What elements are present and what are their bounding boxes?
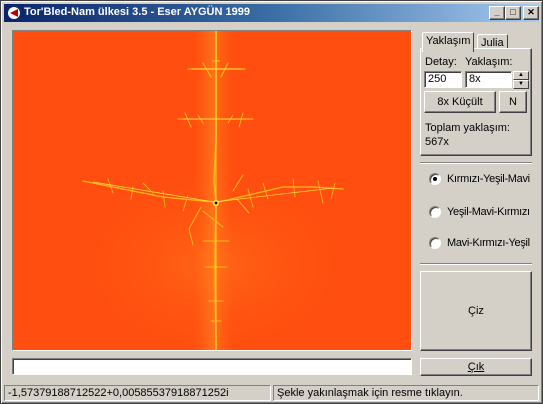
shrink-button[interactable]: 8x Küçült <box>424 91 496 113</box>
radio-rgb[interactable]: Kırmızı-Yeşil-Mavi <box>429 172 530 186</box>
hint-panel: Şekle yakınlaşmak için resme tıklayın. <box>273 385 539 401</box>
exit-button-label: Çık <box>467 361 485 373</box>
zoom-input[interactable]: 8x <box>465 71 512 88</box>
zoom-spin-up[interactable]: ▲ <box>513 71 529 80</box>
minimize-button[interactable]: _ <box>489 6 505 20</box>
radio-button[interactable] <box>429 237 441 249</box>
coordinates-panel: -1,57379188712522+0,00585537918871252i <box>4 385 271 401</box>
status-bar: -1,57379188712522+0,00585537918871252i Ş… <box>4 385 539 401</box>
app-icon <box>8 7 20 19</box>
radio-gbr[interactable]: Yeşil-Mavi-Kırmızı <box>429 205 530 219</box>
radio-button[interactable] <box>429 206 441 218</box>
fractal-canvas[interactable] <box>12 30 412 351</box>
radio-brg[interactable]: Mavi-Kırmızı-Yeşil <box>429 236 530 250</box>
draw-button[interactable]: Çiz <box>420 271 532 351</box>
zoom-spin-down[interactable]: ▼ <box>513 80 529 89</box>
zoom-label: Yaklaşım: <box>465 56 513 68</box>
exit-button[interactable]: Çık <box>420 358 532 376</box>
total-zoom-label: Toplam yaklaşım: <box>425 122 510 134</box>
radio-label: Kırmızı-Yeşil-Mavi <box>447 173 530 185</box>
maximize-button[interactable]: □ <box>505 6 521 20</box>
tab-zoom[interactable]: Yaklaşım <box>422 32 475 52</box>
close-button[interactable]: ✕ <box>523 6 539 20</box>
window-title: Tor'Bled-Nam ülkesi 3.5 - Eser AYGÜN 199… <box>24 6 250 18</box>
main-window: Tor'Bled-Nam ülkesi 3.5 - Eser AYGÜN 199… <box>0 0 543 404</box>
total-zoom-value: 567x <box>425 136 449 148</box>
fractal-image[interactable] <box>13 31 411 350</box>
radio-button[interactable] <box>429 173 441 185</box>
n-button[interactable]: N <box>499 91 527 113</box>
separator <box>420 263 532 265</box>
title-bar[interactable]: Tor'Bled-Nam ülkesi 3.5 - Eser AYGÜN 199… <box>4 4 539 22</box>
radio-label: Yeşil-Mavi-Kırmızı <box>447 206 530 218</box>
detail-input[interactable]: 250 <box>424 71 462 88</box>
separator <box>420 162 532 164</box>
progress-bar <box>12 358 412 375</box>
radio-label: Mavi-Kırmızı-Yeşil <box>447 237 530 249</box>
detail-label: Detay: <box>425 56 457 68</box>
